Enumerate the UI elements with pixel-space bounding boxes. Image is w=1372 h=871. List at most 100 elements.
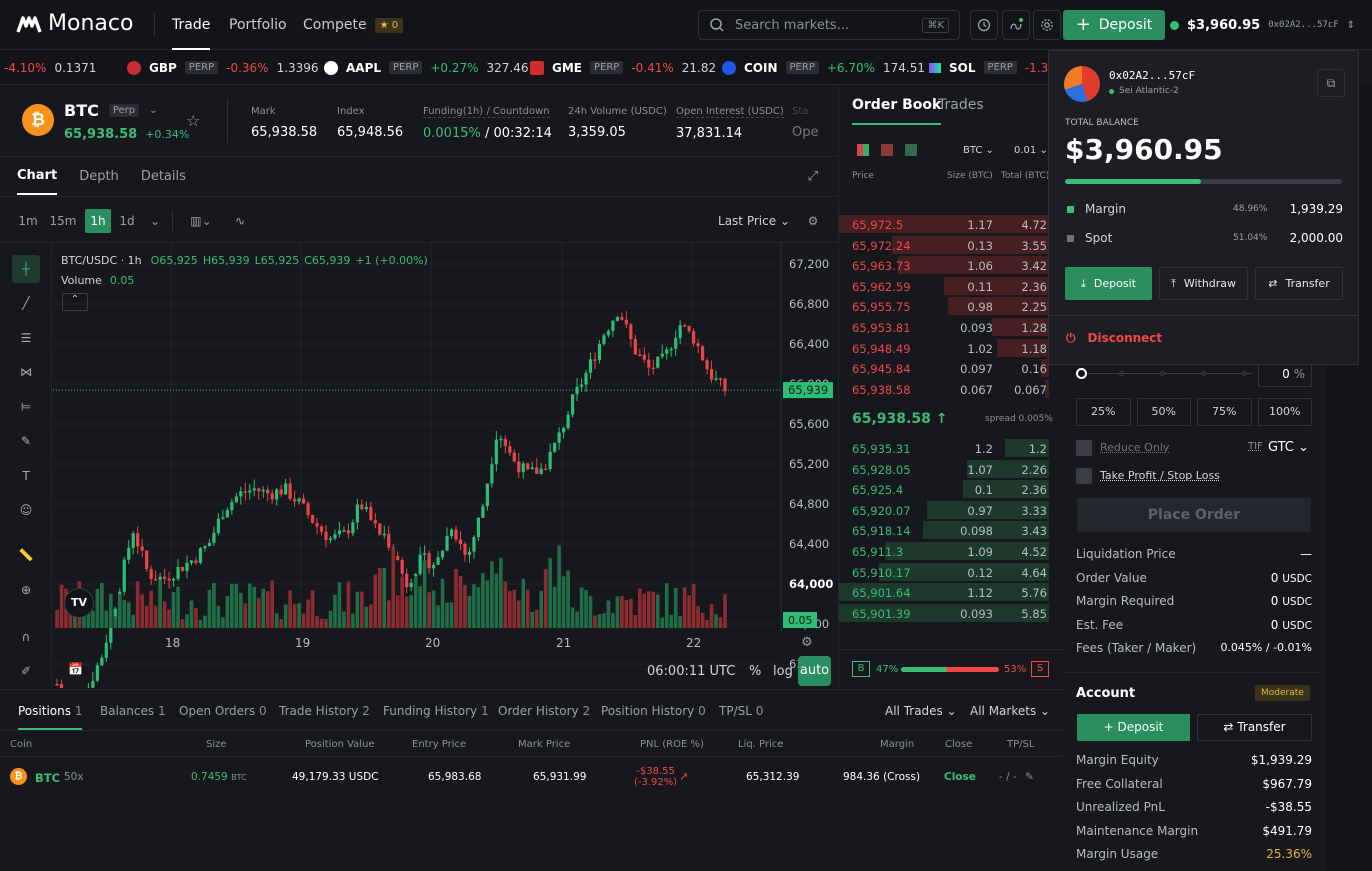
collapse-legend-icon[interactable]: ⌃: [62, 293, 88, 311]
bid-row[interactable]: 65,925.4 0.1 2.36: [839, 479, 1049, 499]
ask-row[interactable]: 65,972.24 0.13 3.55: [839, 235, 1049, 255]
bid-row[interactable]: 65,928.05 1.07 2.26: [839, 459, 1049, 479]
ask-row[interactable]: 65,945.84 0.097 0.16: [839, 358, 1049, 378]
bid-row[interactable]: 65,901.64 1.12 5.76: [839, 582, 1049, 602]
preset-75[interactable]: 75%: [1197, 398, 1252, 426]
nav-compete[interactable]: Compete ★ 0: [303, 0, 404, 50]
tab-order-history[interactable]: Order History 2: [498, 704, 590, 718]
date-range-icon[interactable]: 📅: [68, 662, 83, 676]
projection-icon[interactable]: ⊨: [12, 393, 40, 421]
preset-25[interactable]: 25%: [1076, 398, 1131, 426]
book-bids-icon[interactable]: [905, 144, 917, 156]
bid-row[interactable]: 65,901.39 0.093 5.85: [839, 603, 1049, 623]
bid-row[interactable]: 65,910.17 0.12 4.64: [839, 562, 1049, 582]
share-pnl-icon[interactable]: ↗: [679, 770, 688, 783]
preset-50[interactable]: 50%: [1136, 398, 1191, 426]
magnet-icon[interactable]: ∩: [12, 623, 40, 651]
tab-depth[interactable]: Depth: [79, 169, 119, 184]
markets-filter[interactable]: All Markets ⌄: [970, 704, 1050, 718]
position-coin[interactable]: BTC: [35, 771, 60, 785]
ask-row[interactable]: 65,953.81 0.093 1.28: [839, 317, 1049, 337]
search-input[interactable]: Search markets... ⌘K: [698, 10, 960, 40]
tab-funding-history[interactable]: Funding History 1: [383, 704, 489, 718]
close-position-button[interactable]: Close: [944, 771, 976, 783]
settings-button[interactable]: [1033, 10, 1061, 40]
ask-row[interactable]: 65,972.5 1.17 4.72: [839, 214, 1049, 234]
expand-icon[interactable]: ⤢: [808, 169, 818, 184]
price-type-select[interactable]: Last Price ⌄: [718, 209, 790, 233]
indicators-icon[interactable]: ∿: [230, 209, 250, 233]
zoom-icon[interactable]: ⊕: [12, 576, 40, 604]
trades-filter[interactable]: All Trades ⌄: [885, 704, 957, 718]
ticker-item[interactable]: COIN PERP +6.70% 174.51: [722, 50, 925, 84]
price-chart[interactable]: 67,20066,80066,40066,00065,60065,20064,8…: [53, 243, 838, 688]
tab-trades[interactable]: Trades: [938, 97, 984, 113]
place-order-button[interactable]: Place Order: [1077, 498, 1311, 532]
col-pnl[interactable]: PNL (ROE %): [640, 739, 704, 750]
history-button[interactable]: [970, 10, 998, 40]
timeframe-1m[interactable]: 1m: [14, 209, 42, 233]
tab-balances[interactable]: Balances 1: [100, 704, 166, 718]
edit-tpsl-icon[interactable]: ✎: [1025, 771, 1034, 783]
account-transfer-button[interactable]: ⇄ Transfer: [1197, 714, 1312, 741]
col-mark-price[interactable]: Mark Price: [518, 739, 570, 750]
book-both-icon[interactable]: [857, 144, 869, 156]
disconnect-button[interactable]: ⏻ Disconnect: [1066, 331, 1162, 346]
ticker-item[interactable]: -4.10% 0.1371: [4, 50, 96, 84]
book-tick-select[interactable]: 0.01 ⌄: [1014, 145, 1048, 156]
book-asset-select[interactable]: BTC ⌄: [963, 145, 994, 156]
account-deposit-button[interactable]: + Deposit: [1077, 714, 1190, 741]
tif-select[interactable]: GTC ⌄: [1268, 440, 1309, 455]
auto-scale-toggle[interactable]: auto: [798, 656, 831, 686]
reduce-only-checkbox[interactable]: [1076, 440, 1092, 456]
fib-icon[interactable]: ☰: [12, 324, 40, 352]
tab-details[interactable]: Details: [141, 169, 186, 184]
star-icon[interactable]: ☆: [186, 111, 200, 130]
popup-deposit-button[interactable]: ⤓ Deposit: [1065, 267, 1152, 300]
trendline-icon[interactable]: ╱: [12, 289, 40, 317]
tradingview-logo-icon[interactable]: TV: [64, 588, 94, 618]
tab-chart[interactable]: Chart: [17, 158, 58, 195]
faucet-button[interactable]: [1002, 10, 1030, 40]
col-entry-price[interactable]: Entry Price: [412, 739, 466, 750]
log-scale-toggle[interactable]: log: [773, 664, 793, 679]
app-logo[interactable]: Monaco: [16, 11, 133, 36]
bid-row[interactable]: 65,911.3 1.09 4.52: [839, 541, 1049, 561]
ticker-item[interactable]: GME PERP -0.41% 21.82: [530, 50, 716, 84]
text-icon[interactable]: T: [12, 462, 40, 490]
lock-drawing-icon[interactable]: ✐: [12, 657, 40, 685]
timeframe-15m[interactable]: 15m: [48, 209, 78, 233]
nav-portfolio[interactable]: Portfolio: [229, 0, 287, 50]
slider-handle[interactable]: [1076, 368, 1087, 379]
bid-row[interactable]: 65,920.07 0.97 3.33: [839, 500, 1049, 520]
tab-open-orders[interactable]: Open Orders 0: [179, 704, 267, 718]
copy-icon[interactable]: ⧉: [1317, 69, 1345, 97]
ask-row[interactable]: 65,955.75 0.98 2.25: [839, 296, 1049, 316]
ruler-icon[interactable]: 📏: [12, 541, 40, 569]
tab-trade-history[interactable]: Trade History 2: [279, 704, 370, 718]
timeframe-1h[interactable]: 1h: [85, 209, 111, 233]
timeframe-more-chevron-icon[interactable]: ⌄: [146, 209, 164, 233]
tab-order-book[interactable]: Order Book: [852, 97, 942, 125]
percent-scale-toggle[interactable]: %: [749, 664, 761, 679]
bid-row[interactable]: 65,935.31 1.2 1.2: [839, 438, 1049, 458]
ask-row[interactable]: 65,948.49 1.02 1.18: [839, 338, 1049, 358]
tab-position-history[interactable]: Position History 0: [601, 704, 706, 718]
tab-positions[interactable]: Positions 1: [18, 704, 83, 730]
wallet-button[interactable]: $3,960.95 0x02A2...57cF ⇕: [1170, 10, 1356, 40]
ticker-item[interactable]: GBP PERP -0.36% 1.3396: [127, 50, 319, 84]
market-selector[interactable]: BTC Perp ⌄: [64, 101, 158, 120]
tpsl-checkbox[interactable]: [1076, 468, 1092, 484]
ask-row[interactable]: 65,963.73 1.06 3.42: [839, 255, 1049, 275]
chart-settings-icon[interactable]: ⚙: [803, 209, 823, 233]
popup-withdraw-button[interactable]: ⤒ Withdraw: [1159, 267, 1248, 300]
deposit-button[interactable]: + Deposit: [1063, 10, 1165, 40]
ask-row[interactable]: 65,962.59 0.11 2.36: [839, 276, 1049, 296]
col-liq-price[interactable]: Liq. Price: [738, 739, 783, 750]
emoji-icon[interactable]: ☺: [12, 496, 40, 524]
col-size[interactable]: Size: [206, 739, 227, 750]
ticker-item[interactable]: SOLPERP -1.33%: [929, 50, 1048, 84]
pattern-icon[interactable]: ⋈: [12, 358, 40, 386]
nav-trade[interactable]: Trade: [172, 0, 211, 50]
popup-transfer-button[interactable]: ⇄ Transfer: [1255, 267, 1343, 300]
